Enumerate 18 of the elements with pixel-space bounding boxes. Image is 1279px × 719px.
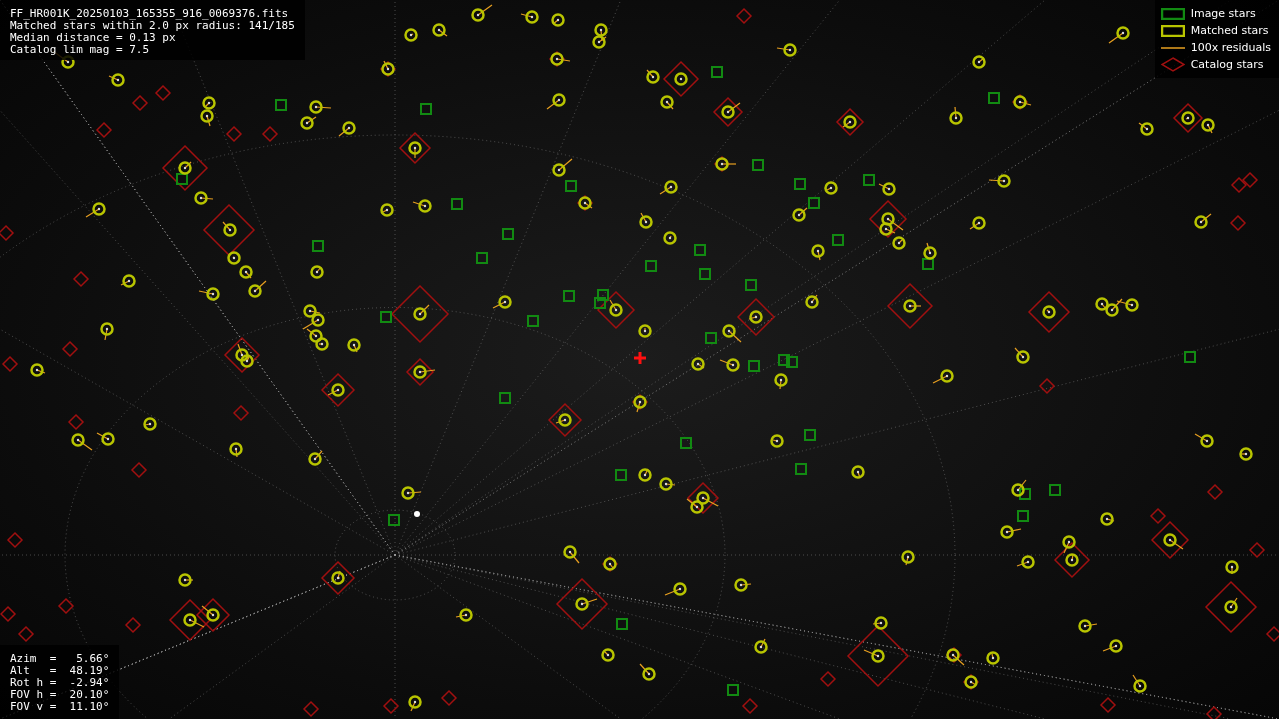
square-marker-icon	[1160, 7, 1185, 20]
legend-label: 100x residuals	[1190, 41, 1271, 54]
info-text: FF_HR001K_20250103_165355_916_0069376.fits	[10, 8, 290, 20]
pointing-text: FOV h = 20.10°	[10, 689, 110, 701]
info-text: Median distance = 0.13 px	[10, 32, 177, 44]
legend-label: Catalog stars	[1190, 58, 1264, 71]
legend-label: Matched stars	[1190, 24, 1269, 37]
pointing-text: Azim = 5.66°	[10, 653, 110, 665]
pointing-text: Alt = 48.19°	[10, 665, 110, 677]
legend-label: Image stars	[1190, 7, 1256, 20]
diamond-icon	[1160, 57, 1185, 72]
info-text: Catalog lim mag = 7.5	[10, 44, 151, 56]
line-icon	[1160, 45, 1185, 50]
pointing-text: Rot h = -2.94°	[10, 677, 110, 689]
pointing-text: FOV v = 11.10°	[10, 701, 110, 713]
center-cross-icon	[634, 352, 646, 364]
ring-marker-icon	[1160, 24, 1185, 37]
info-text: Matched stars within 2.0 px radius: 141/185	[10, 20, 295, 32]
